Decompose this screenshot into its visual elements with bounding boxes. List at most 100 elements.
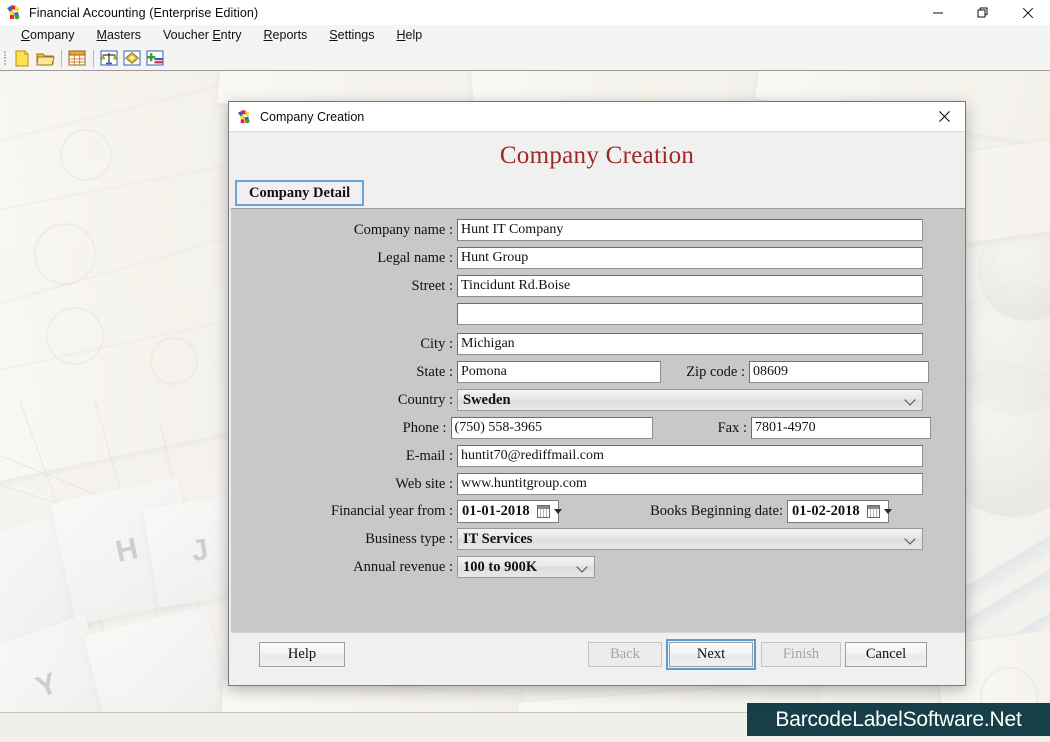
toolbar-separator — [93, 49, 94, 67]
street-line-2-input[interactable] — [457, 303, 923, 325]
menu-reports[interactable]: Reports — [253, 26, 319, 44]
field-row-dates: Financial year from : 01-01-2018 Books B… — [231, 499, 951, 523]
menu-item-label: Settings — [329, 28, 375, 42]
city-input[interactable] — [457, 333, 923, 355]
field-row-state-zip: State : Zip code : — [231, 361, 931, 383]
back-button-label: Back — [610, 646, 640, 662]
menu-help[interactable]: Help — [385, 26, 433, 44]
field-row-email: E-mail : — [231, 445, 931, 467]
business-type-value: IT Services — [463, 530, 533, 547]
toolbar-grip[interactable] — [4, 50, 7, 66]
tab-strip: Company Detail — [229, 180, 965, 206]
menu-settings[interactable]: Settings — [318, 26, 385, 44]
menu-item-label: Voucher Entry — [162, 28, 242, 42]
menu-company[interactable]: Company — [10, 26, 86, 44]
window-controls — [915, 0, 1050, 25]
toolbar-separator — [61, 49, 62, 67]
new-company-icon[interactable] — [11, 48, 33, 68]
state-input[interactable] — [457, 361, 661, 383]
website-input[interactable] — [457, 473, 923, 495]
help-button[interactable]: Help — [259, 642, 345, 667]
company-detail-form: Company name : Legal name : Street : Cit… — [231, 208, 965, 633]
open-company-icon[interactable] — [34, 48, 56, 68]
add-entry-icon[interactable] — [144, 48, 166, 68]
toolbar — [0, 46, 1050, 71]
chevron-down-icon — [553, 508, 562, 514]
business-type-select[interactable]: IT Services — [457, 528, 923, 550]
menu-item-label: Masters — [96, 28, 141, 42]
menu-item-label: Company — [21, 28, 75, 42]
trial-balance-icon[interactable] — [98, 48, 120, 68]
voucher-icon[interactable] — [121, 48, 143, 68]
books-beginning-date-label: Books Beginning date: — [650, 502, 783, 519]
financial-year-from-label: Financial year from : — [331, 502, 453, 519]
state-label: State : — [416, 363, 453, 380]
field-row-legal-name: Legal name : — [231, 247, 931, 269]
next-button[interactable]: Next — [666, 639, 756, 670]
company-name-label: Company name : — [353, 221, 453, 238]
calendar-icon — [536, 504, 550, 518]
menu-voucher-entry[interactable]: Voucher Entry — [152, 26, 253, 44]
field-row-city: City : — [231, 333, 931, 355]
calendar-icon — [866, 504, 880, 518]
field-row-street: Street : — [231, 275, 931, 297]
company-creation-dialog: Company Creation Company Creation Compan… — [228, 101, 966, 686]
cancel-button[interactable]: Cancel — [845, 642, 927, 667]
email-input[interactable] — [457, 445, 923, 467]
finish-button[interactable]: Finish — [761, 642, 841, 667]
ledger-table-icon[interactable] — [66, 48, 88, 68]
dialog-button-bar: Help Back Next Finish Cancel — [231, 632, 965, 683]
restore-button[interactable] — [960, 0, 1005, 25]
field-row-business-type: Business type : IT Services — [231, 528, 931, 550]
dialog-close-button[interactable] — [923, 102, 965, 131]
fax-label: Fax : — [717, 419, 748, 436]
legal-name-input[interactable] — [457, 247, 923, 269]
tab-label: Company Detail — [249, 184, 351, 201]
minimize-button[interactable] — [915, 0, 960, 25]
chevron-down-icon — [906, 395, 915, 404]
close-button[interactable] — [1005, 0, 1050, 25]
field-row-annual-revenue: Annual revenue : 100 to 900K — [231, 556, 931, 578]
tab-company-detail[interactable]: Company Detail — [235, 180, 365, 206]
menu-item-label: Help — [396, 28, 423, 42]
annual-revenue-label: Annual revenue : — [353, 558, 453, 575]
annual-revenue-select[interactable]: 100 to 900K — [457, 556, 595, 578]
help-button-label: Help — [287, 646, 317, 662]
chevron-down-icon — [883, 508, 892, 514]
chevron-down-icon — [578, 562, 587, 571]
company-name-input[interactable] — [457, 219, 923, 241]
website-label: Web site : — [395, 475, 453, 492]
back-button[interactable]: Back — [588, 642, 662, 667]
books-beginning-date-value: 01-02-2018 — [792, 502, 860, 519]
zip-code-input[interactable] — [749, 361, 929, 383]
country-select[interactable]: Sweden — [457, 389, 923, 411]
financial-year-from-value: 01-01-2018 — [462, 502, 530, 519]
page-title: Company Creation — [499, 142, 695, 169]
app-puzzle-icon — [5, 4, 22, 21]
phone-input[interactable] — [450, 417, 653, 439]
dialog-title: Company Creation — [260, 109, 365, 124]
country-value: Sweden — [463, 391, 511, 408]
application-window: Financial Accounting (Enterprise Edition… — [0, 0, 1050, 742]
business-type-label: Business type : — [365, 530, 453, 547]
email-label: E-mail : — [405, 447, 453, 464]
watermark-badge: BarcodeLabelSoftware.Net — [747, 703, 1050, 736]
books-beginning-date-datepicker[interactable]: 01-02-2018 — [787, 499, 892, 523]
street-label: Street : — [411, 277, 453, 294]
field-row-street-line-2 — [231, 303, 931, 325]
legal-name-label: Legal name : — [377, 249, 453, 266]
cancel-button-label: Cancel — [865, 646, 907, 662]
next-button-label: Next — [696, 646, 726, 662]
watermark-text: BarcodeLabelSoftware.Net — [775, 707, 1022, 731]
fax-input[interactable] — [751, 417, 932, 439]
phone-label: Phone : — [402, 419, 447, 436]
dialog-heading-area: Company Creation — [229, 132, 965, 180]
field-row-website: Web site : — [231, 473, 931, 495]
city-label: City : — [420, 335, 453, 352]
dialog-title-bar: Company Creation — [229, 102, 965, 132]
street-input[interactable] — [457, 275, 923, 297]
financial-year-from-datepicker[interactable]: 01-01-2018 — [457, 499, 562, 523]
country-label: Country : — [397, 391, 453, 408]
menu-masters[interactable]: Masters — [86, 26, 152, 44]
app-title: Financial Accounting (Enterprise Edition… — [29, 5, 259, 20]
